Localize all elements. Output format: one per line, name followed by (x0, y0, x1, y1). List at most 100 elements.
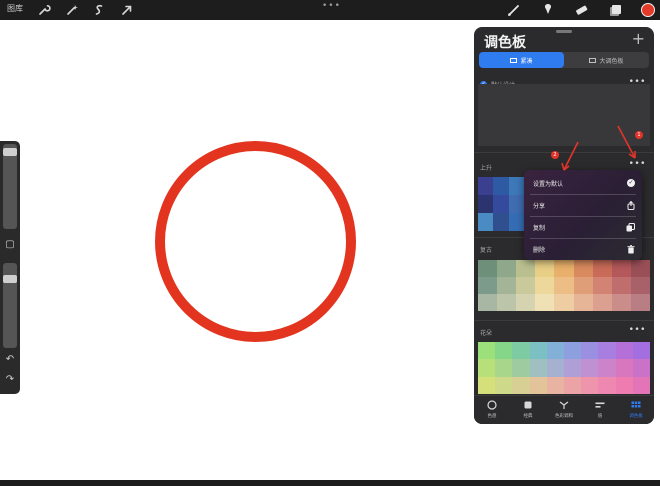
color-swatch[interactable] (564, 359, 582, 377)
color-swatch[interactable] (598, 342, 616, 360)
compact-view-button[interactable]: 紧凑 (479, 52, 564, 68)
color-swatch[interactable] (478, 342, 496, 360)
magic-wand-icon[interactable] (64, 2, 80, 18)
color-swatch[interactable] (497, 277, 517, 294)
tab-harmony[interactable]: 色彩调和 (546, 400, 582, 419)
color-swatch[interactable] (592, 277, 612, 294)
color-swatch[interactable] (495, 342, 513, 360)
color-swatch[interactable] (512, 376, 530, 394)
selection-icon[interactable] (91, 2, 107, 18)
tab-classic[interactable]: 经典 (510, 400, 546, 419)
color-swatch[interactable] (581, 376, 599, 394)
undo-icon[interactable]: ↶ (3, 354, 17, 366)
color-swatch[interactable] (493, 195, 509, 213)
color-swatch[interactable] (516, 260, 536, 277)
color-swatch[interactable] (535, 260, 555, 277)
color-swatch[interactable] (632, 342, 650, 360)
delete-menu-item[interactable]: 删除 (524, 238, 642, 260)
color-swatch[interactable] (478, 260, 498, 277)
opacity-slider[interactable] (3, 263, 17, 348)
layers-icon[interactable] (607, 2, 623, 18)
color-swatch[interactable] (630, 260, 650, 277)
color-swatch[interactable] (615, 376, 633, 394)
color-swatch[interactable] (478, 177, 494, 195)
color-swatch[interactable] (632, 376, 650, 394)
color-swatch[interactable] (478, 277, 498, 294)
color-swatch[interactable] (478, 213, 494, 231)
color-swatch[interactable] (535, 294, 555, 311)
tab-disc[interactable]: 色盘 (474, 400, 510, 419)
color-swatch[interactable] (632, 359, 650, 377)
color-swatch[interactable] (598, 359, 616, 377)
color-swatch[interactable] (615, 359, 633, 377)
color-swatch[interactable] (497, 294, 517, 311)
tab-palettes[interactable]: 调色板 (618, 400, 654, 419)
color-swatch[interactable] (573, 294, 593, 311)
redo-icon[interactable]: ↷ (3, 374, 17, 386)
color-swatch[interactable] (611, 260, 631, 277)
color-swatch[interactable] (611, 294, 631, 311)
color-swatch[interactable] (529, 359, 547, 377)
brush-size-slider[interactable] (3, 144, 17, 229)
color-swatch[interactable] (581, 342, 599, 360)
color-swatch[interactable] (573, 260, 593, 277)
color-swatch[interactable] (611, 277, 631, 294)
color-swatch[interactable] (497, 260, 517, 277)
retro-palette-swatches[interactable] (478, 260, 650, 311)
brush-icon[interactable] (506, 2, 522, 18)
panel-drag-handle[interactable] (556, 30, 572, 33)
color-swatch[interactable] (478, 359, 496, 377)
color-swatch[interactable] (535, 277, 555, 294)
color-swatch[interactable] (554, 294, 574, 311)
color-swatch[interactable] (512, 342, 530, 360)
retro-palette-header[interactable]: 复古 (480, 245, 492, 254)
wrench-icon[interactable] (36, 2, 52, 18)
color-swatch[interactable] (516, 277, 536, 294)
color-swatch[interactable] (592, 260, 612, 277)
flowers-palette-more-button[interactable]: ••• (629, 325, 646, 335)
current-color-swatch[interactable] (641, 3, 655, 17)
color-swatch[interactable] (564, 376, 582, 394)
color-swatch[interactable] (573, 277, 593, 294)
color-swatch[interactable] (592, 294, 612, 311)
rising-palette-header[interactable]: 上升 (480, 163, 492, 172)
opacity-thumb[interactable] (3, 274, 17, 283)
rising-palette-swatches[interactable] (478, 177, 524, 231)
color-swatch[interactable] (512, 359, 530, 377)
gallery-button[interactable]: 图库 (7, 3, 23, 14)
smudge-icon[interactable] (540, 2, 556, 18)
color-swatch[interactable] (478, 195, 494, 213)
color-swatch[interactable] (493, 213, 509, 231)
eraser-icon[interactable] (573, 2, 589, 18)
flowers-palette-swatches[interactable] (478, 342, 650, 394)
color-swatch[interactable] (630, 294, 650, 311)
share-menu-item[interactable]: 分享 (524, 194, 642, 216)
color-swatch[interactable] (495, 359, 513, 377)
large-palette-button[interactable]: 大调色板 (564, 52, 649, 68)
color-swatch[interactable] (508, 213, 524, 231)
color-swatch[interactable] (546, 359, 564, 377)
color-swatch[interactable] (529, 342, 547, 360)
color-swatch[interactable] (478, 376, 496, 394)
color-swatch[interactable] (554, 277, 574, 294)
color-swatch[interactable] (508, 195, 524, 213)
color-swatch[interactable] (581, 359, 599, 377)
modify-square-button[interactable]: ▢ (3, 239, 17, 251)
color-swatch[interactable] (554, 260, 574, 277)
color-swatch[interactable] (546, 376, 564, 394)
flowers-palette-header[interactable]: 花朵 (480, 328, 492, 337)
duplicate-menu-item[interactable]: 复制 (524, 216, 642, 238)
color-swatch[interactable] (615, 342, 633, 360)
color-swatch[interactable] (598, 376, 616, 394)
transform-arrow-icon[interactable] (119, 2, 135, 18)
color-swatch[interactable] (508, 177, 524, 195)
add-palette-button[interactable]: + (632, 29, 645, 48)
color-swatch[interactable] (546, 342, 564, 360)
color-swatch[interactable] (529, 376, 547, 394)
color-swatch[interactable] (516, 294, 536, 311)
color-swatch[interactable] (493, 177, 509, 195)
color-swatch[interactable] (630, 277, 650, 294)
more-menu-dots[interactable]: ••• (322, 1, 341, 11)
color-swatch[interactable] (478, 294, 498, 311)
color-swatch[interactable] (564, 342, 582, 360)
